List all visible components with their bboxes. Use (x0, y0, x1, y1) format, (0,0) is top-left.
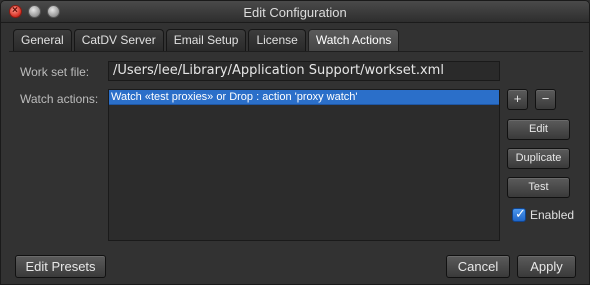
tab-catdv-server[interactable]: CatDV Server (73, 29, 164, 51)
enabled-checkbox[interactable]: ✓ (512, 206, 526, 222)
apply-button[interactable]: Apply (517, 255, 576, 278)
watch-actions-list[interactable]: Watch «test proxies» or Drop : action 'p… (108, 89, 500, 241)
checkmark-icon: ✓ (515, 206, 526, 221)
edit-presets-button[interactable]: Edit Presets (15, 255, 106, 278)
duplicate-button[interactable]: Duplicate (507, 148, 570, 169)
cancel-button[interactable]: Cancel (446, 255, 510, 278)
remove-action-button[interactable]: − (535, 89, 556, 110)
tab-general[interactable]: General (13, 29, 72, 51)
edit-configuration-window: × Edit Configuration General CatDV Serve… (0, 0, 590, 285)
add-action-button[interactable]: + (507, 89, 528, 110)
title-bar: × Edit Configuration (1, 1, 589, 23)
work-set-file-field[interactable]: /Users/lee/Library/Application Support/w… (108, 61, 500, 81)
tab-license[interactable]: License (248, 29, 306, 51)
tab-bar: General CatDV Server Email Setup License… (13, 29, 401, 51)
list-item[interactable]: Watch «test proxies» or Drop : action 'p… (109, 90, 499, 105)
work-set-file-label: Work set file: (20, 65, 90, 79)
tab-watch-actions[interactable]: Watch Actions (307, 29, 400, 51)
watch-actions-label: Watch actions: (20, 92, 99, 106)
tab-email-setup[interactable]: Email Setup (165, 29, 247, 51)
edit-button[interactable]: Edit (507, 119, 570, 140)
enabled-label: Enabled (530, 208, 575, 222)
test-button[interactable]: Test (507, 177, 570, 198)
window-title: Edit Configuration (243, 5, 347, 20)
